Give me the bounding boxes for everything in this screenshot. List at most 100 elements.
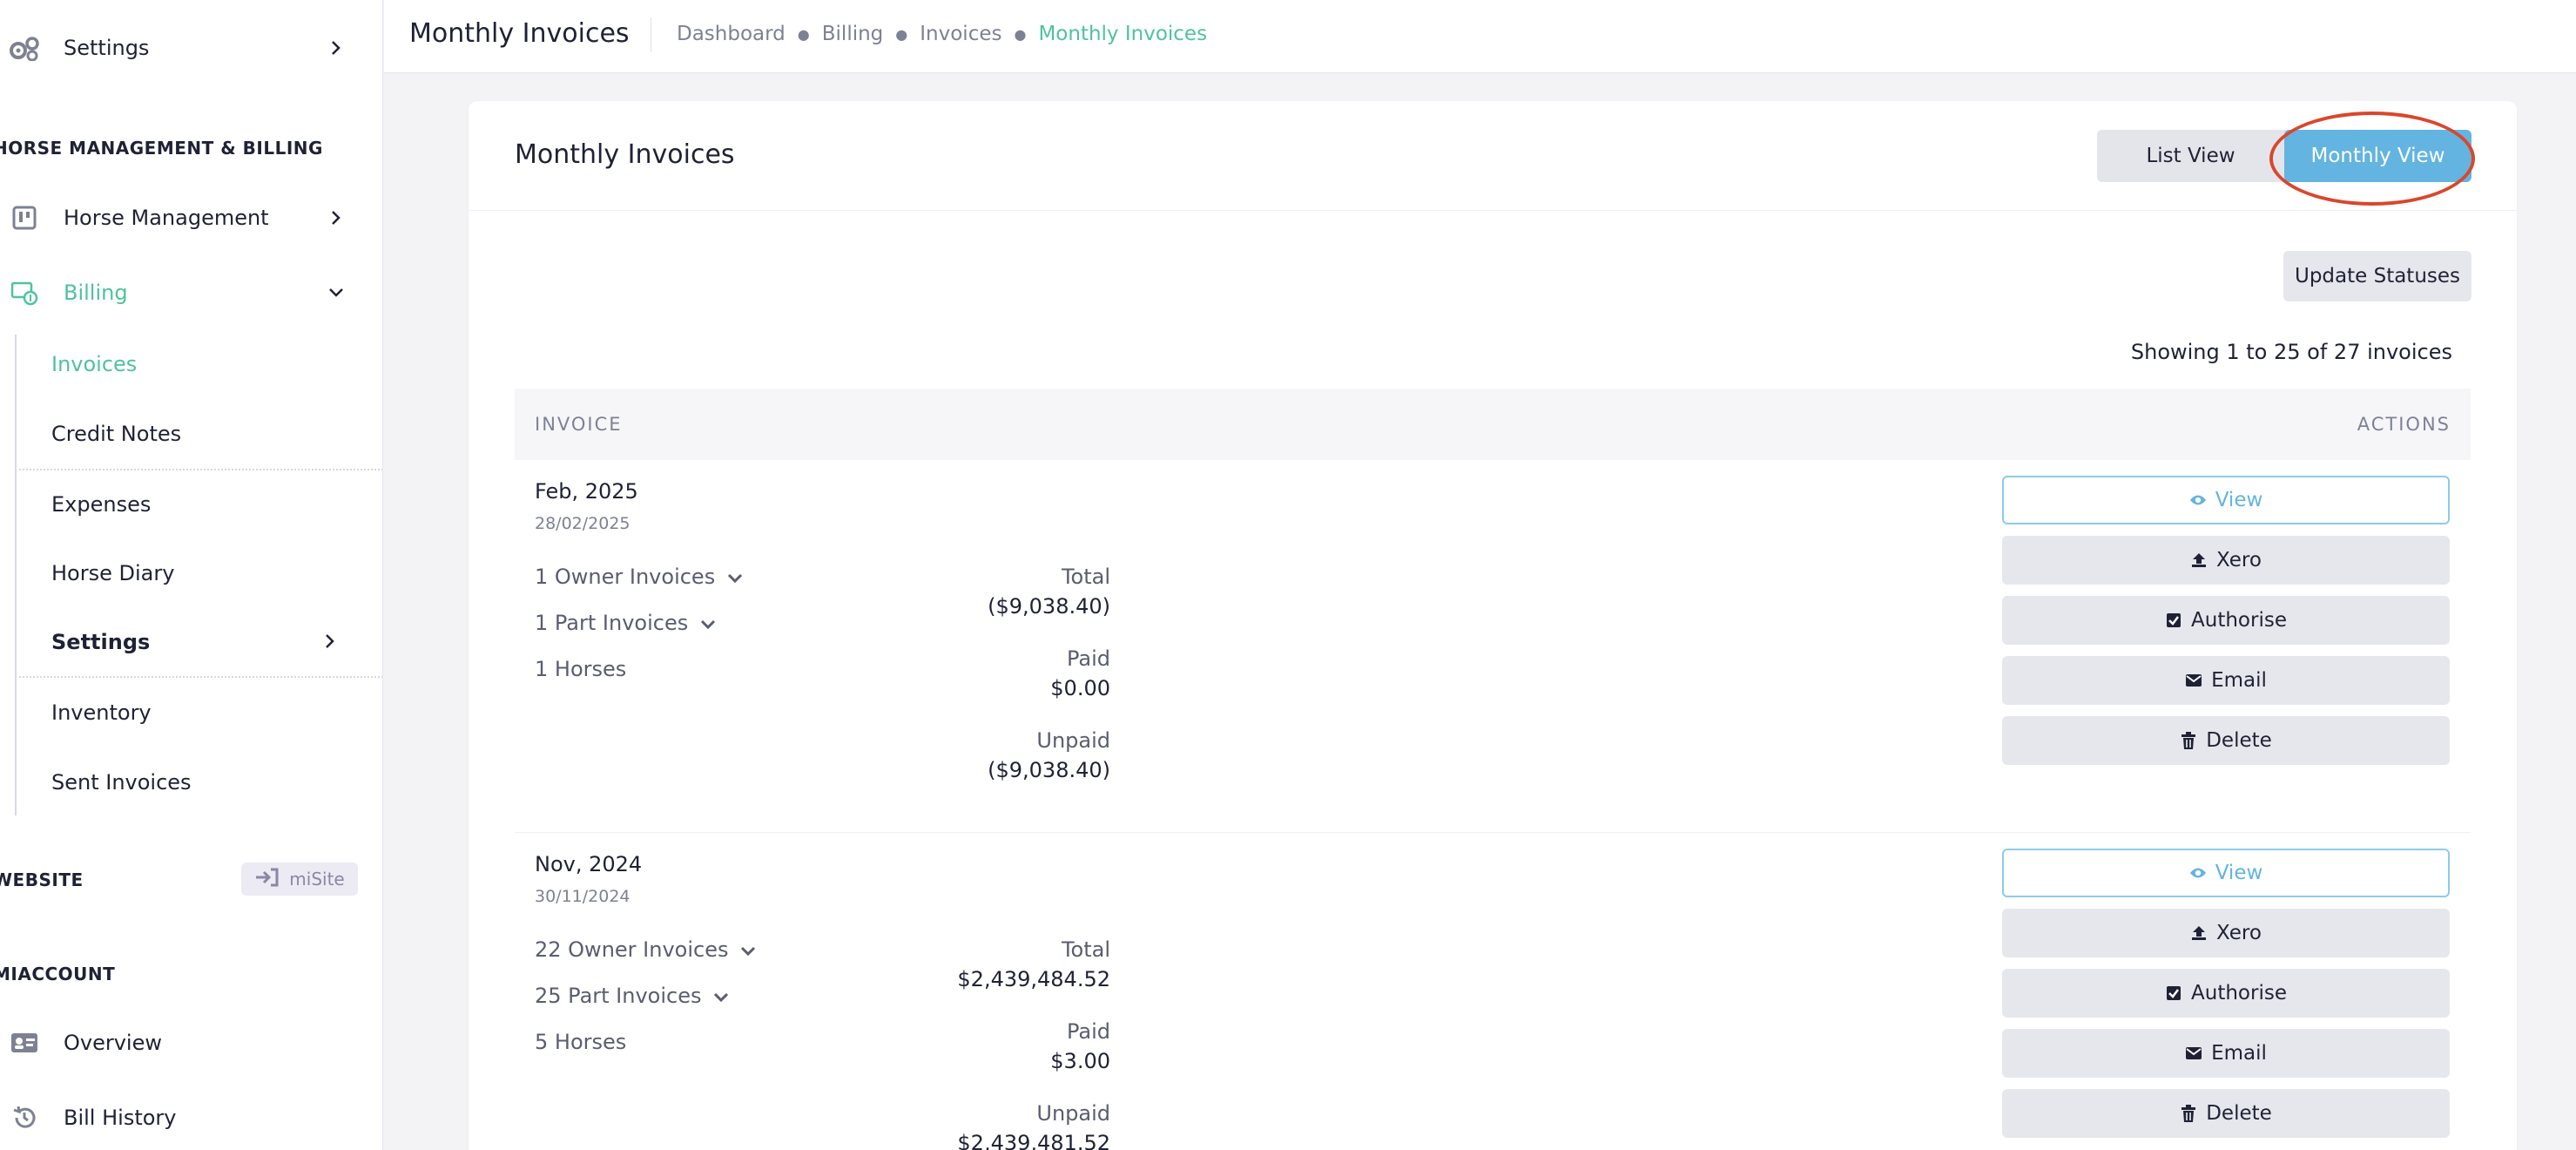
chevron-down-icon: [727, 565, 743, 589]
xero-label: Xero: [2216, 922, 2262, 944]
authorise-button[interactable]: Authorise: [2002, 596, 2450, 645]
eye-icon: [2189, 864, 2207, 882]
breadcrumb-dashboard[interactable]: Dashboard: [677, 23, 786, 45]
sidebar-subitem-expenses[interactable]: Expenses: [51, 492, 151, 517]
part-invoices-count: 1 Part Invoices: [535, 611, 689, 635]
check-square-icon: [2165, 612, 2182, 629]
chevron-down-icon: [324, 281, 348, 305]
invoice-row: Nov, 2024 30/11/2024 22 Owner Invoices 2…: [515, 833, 2471, 1150]
upload-icon: [2190, 924, 2208, 942]
check-square-icon: [2165, 984, 2182, 1002]
chevron-down-icon: [740, 937, 756, 962]
total-label: Total: [1061, 565, 1110, 589]
pagination-summary: Showing 1 to 25 of 27 invoices: [2130, 340, 2452, 364]
paid-value: $3.00: [1050, 1049, 1110, 1073]
sidebar-item-settings[interactable]: Settings: [0, 24, 382, 72]
email-button[interactable]: Email: [2002, 1029, 2450, 1078]
invoice-row: Feb, 2025 28/02/2025 1 Owner Invoices 1 …: [515, 460, 2471, 833]
view-button[interactable]: View: [2002, 476, 2450, 524]
chevron-down-icon: [713, 984, 729, 1008]
breadcrumb-billing[interactable]: Billing: [822, 23, 884, 45]
sidebar-item-label: Settings: [64, 36, 150, 60]
sidebar-item-label: Bill History: [64, 1106, 177, 1130]
breadcrumb-separator: ●: [895, 25, 908, 43]
owner-invoices-count: 22 Owner Invoices: [535, 937, 729, 962]
divider: [19, 676, 382, 678]
paid-label: Paid: [1066, 646, 1110, 671]
invoice-date: 30/11/2024: [535, 887, 631, 906]
horse-management-icon: [7, 200, 42, 235]
envelope-icon: [2185, 672, 2202, 689]
sidebar-item-label: Overview: [64, 1031, 162, 1055]
invoice-month: Feb, 2025: [535, 479, 638, 504]
delete-label: Delete: [2206, 729, 2272, 752]
section-heading-miaccount: MIACCOUNT: [0, 964, 116, 984]
email-button[interactable]: Email: [2002, 656, 2450, 705]
divider: [19, 469, 382, 470]
chevron-down-icon: [700, 611, 716, 635]
breadcrumb-separator: ●: [1014, 25, 1027, 43]
sidebar: Settings HORSE MANAGEMENT & BILLING Hors…: [0, 0, 383, 1150]
delete-button[interactable]: Delete: [2002, 1089, 2450, 1138]
card-title: Monthly Invoices: [515, 139, 735, 170]
view-button[interactable]: View: [2002, 849, 2450, 897]
sign-in-icon: [254, 867, 280, 892]
owner-invoices-count: 1 Owner Invoices: [535, 565, 716, 589]
sidebar-item-overview[interactable]: Overview: [0, 1018, 382, 1067]
unpaid-label: Unpaid: [1036, 1101, 1110, 1126]
authorise-button[interactable]: Authorise: [2002, 969, 2450, 1018]
topbar: Monthly Invoices Dashboard ● Billing ● I…: [384, 0, 2576, 73]
column-header-invoice: INVOICE: [535, 414, 623, 435]
paid-label: Paid: [1066, 1019, 1110, 1044]
id-card-icon: [7, 1025, 42, 1060]
view-label: View: [2215, 489, 2263, 511]
chevron-right-icon: [324, 36, 348, 60]
sidebar-subitem-credit-notes[interactable]: Credit Notes: [51, 422, 181, 446]
sidebar-item-label: Horse Management: [64, 206, 269, 230]
sidebar-item-label: Billing: [64, 281, 128, 305]
history-icon: [7, 1100, 42, 1135]
xero-button[interactable]: Xero: [2002, 536, 2450, 585]
submenu-line: [15, 335, 17, 815]
list-view-button[interactable]: List View: [2097, 130, 2284, 182]
sidebar-item-billing[interactable]: Billing: [0, 268, 382, 317]
gears-icon: [7, 30, 42, 65]
owner-invoices-toggle[interactable]: 1 Owner Invoices: [535, 565, 743, 589]
authorise-label: Authorise: [2191, 982, 2287, 1005]
total-value: $2,439,484.52: [957, 967, 1110, 991]
column-header-actions: ACTIONS: [2357, 414, 2451, 435]
breadcrumb: Dashboard ● Billing ● Invoices ● Monthly…: [677, 23, 1207, 45]
billing-icon: [7, 275, 42, 310]
trash-icon: [2180, 732, 2197, 749]
breadcrumb-invoices[interactable]: Invoices: [920, 23, 1001, 45]
delete-label: Delete: [2206, 1102, 2272, 1125]
sidebar-subitem-invoices[interactable]: Invoices: [51, 352, 137, 376]
part-invoices-toggle[interactable]: 25 Part Invoices: [535, 984, 729, 1008]
sidebar-subitem-settings[interactable]: Settings: [51, 630, 150, 654]
misite-button[interactable]: miSite: [241, 862, 358, 896]
part-invoices-toggle[interactable]: 1 Part Invoices: [535, 611, 716, 635]
eye-icon: [2189, 491, 2207, 509]
highlight-circle: [2269, 112, 2475, 206]
breadcrumb-current: Monthly Invoices: [1038, 23, 1208, 45]
sidebar-subitem-sent-invoices[interactable]: Sent Invoices: [51, 770, 192, 795]
envelope-icon: [2185, 1045, 2202, 1062]
email-label: Email: [2211, 1042, 2267, 1065]
authorise-label: Authorise: [2191, 609, 2287, 632]
page-title: Monthly Invoices: [409, 18, 630, 49]
horses-count: 1 Horses: [535, 657, 627, 681]
delete-button[interactable]: Delete: [2002, 716, 2450, 765]
owner-invoices-toggle[interactable]: 22 Owner Invoices: [535, 937, 756, 962]
sidebar-item-horse-management[interactable]: Horse Management: [0, 193, 382, 242]
invoice-month: Nov, 2024: [535, 852, 643, 876]
update-statuses-button[interactable]: Update Statuses: [2283, 251, 2471, 301]
chevron-right-icon: [324, 206, 348, 230]
invoices-card: Monthly Invoices List View Monthly View …: [469, 101, 2517, 1150]
xero-button[interactable]: Xero: [2002, 909, 2450, 957]
table-header: INVOICE ACTIONS: [515, 389, 2471, 460]
sidebar-subitem-inventory[interactable]: Inventory: [51, 700, 152, 725]
chevron-right-icon: [324, 629, 336, 657]
sidebar-subitem-horse-diary[interactable]: Horse Diary: [51, 561, 174, 585]
trash-icon: [2180, 1105, 2197, 1122]
sidebar-item-bill-history[interactable]: Bill History: [0, 1093, 382, 1142]
